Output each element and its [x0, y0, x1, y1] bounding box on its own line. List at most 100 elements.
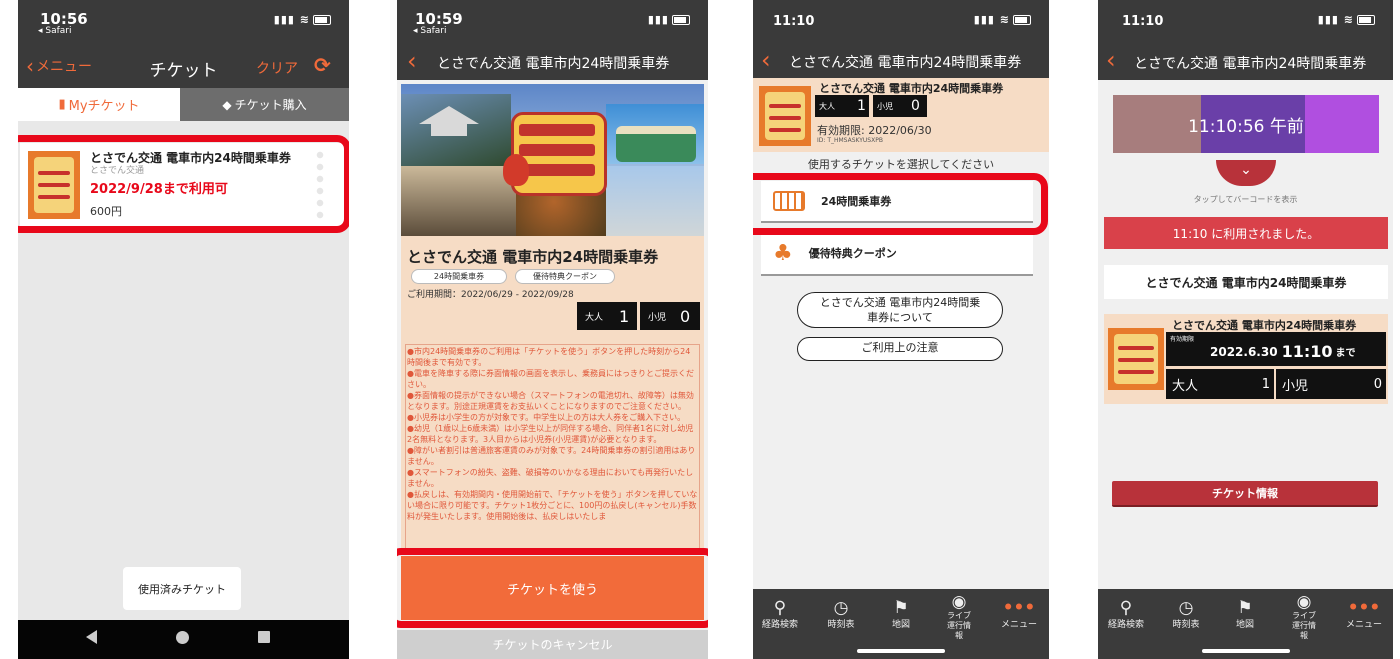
- logo-band-3: [519, 164, 595, 176]
- tab-label: メニュー: [1000, 620, 1037, 630]
- tab-label: 時刻表: [827, 620, 855, 630]
- notes-box: ●市内24時間乗車券のご利用は「チケットを使う」ボタンを押した時刻から24時間後…: [401, 338, 704, 550]
- nav-title: とさでん交通 電車市内24時間乗車券: [789, 55, 1022, 71]
- back-chevron-icon[interactable]: ‹: [407, 47, 417, 75]
- select-prompt: 使用するチケットを選択してください: [807, 158, 995, 171]
- active-ticket-card: とさでん交通 電車市内24時間乗車券 有効期限 2022.6.30 11:10 …: [1104, 314, 1388, 404]
- clear-button[interactable]: クリア: [256, 58, 298, 78]
- option-coupon[interactable]: ♣ 優待特典クーポン: [761, 232, 1033, 276]
- status-time: 11:10: [1122, 14, 1164, 29]
- status-bar: 11:10 ▮▮▮ ≋: [753, 0, 1049, 44]
- phone-select-ticket: 11:10 ▮▮▮ ≋ ‹ とさでん交通 電車市内24時間乗車券 とさでん交通 …: [753, 0, 1049, 659]
- tab-label: 時刻表: [1172, 620, 1200, 630]
- status-bar: 10:59 ◂ Safari ▮▮▮: [397, 0, 708, 44]
- usage-notes-button[interactable]: ご利用上の注意: [797, 337, 1003, 361]
- nav-back-icon[interactable]: [86, 630, 97, 644]
- tab-label: 地図: [891, 620, 910, 630]
- tab-my-tickets-label: Myチケット: [68, 99, 140, 114]
- nav-home-icon[interactable]: [176, 631, 189, 644]
- tab-timetable[interactable]: ◷ 時刻表: [811, 599, 871, 630]
- adult-count: 1: [1261, 376, 1270, 392]
- cancel-ticket-button[interactable]: チケットのキャンセル: [397, 630, 708, 659]
- ticket-info-button[interactable]: チケット情報: [1112, 481, 1378, 507]
- live-info-icon: ◉: [951, 592, 967, 612]
- clock-icon: ◷: [1178, 598, 1194, 618]
- adult-label: 大人: [585, 312, 604, 323]
- home-indicator: [857, 649, 945, 653]
- map-pin-icon: ⚑: [893, 598, 909, 618]
- tab-menu[interactable]: ••• メニュー: [989, 599, 1049, 630]
- option-label: 優待特典クーポン: [808, 247, 897, 260]
- nav-bar: ‹ とさでん交通 電車市内24時間乗車券: [1098, 44, 1393, 80]
- note-line: ●市内24時間乗車券のご利用は「チケットを使う」ボタンを押した時刻から24時間後…: [407, 347, 691, 367]
- phone-my-tickets: 10:56 ◂ Safari ▮▮▮ ≋ ‹ メニュー チケット クリア ⟳ ▮…: [18, 0, 349, 659]
- map-pin-icon: ⚑: [1237, 598, 1253, 618]
- note-line: ●障がい者割引は普通旅客運賃のみが対象です。24時間乗車券の割引適用はありません…: [407, 446, 696, 466]
- nav-bar: ‹ メニュー チケット クリア ⟳: [18, 44, 349, 88]
- child-count-box: 小児 0: [1276, 369, 1386, 399]
- expiry-date: 有効期限: 2022/06/30: [817, 124, 932, 137]
- barcode-toggle[interactable]: ⌄: [1216, 160, 1276, 186]
- tab-my-tickets[interactable]: ▮ Myチケット: [18, 88, 180, 121]
- status-app: ◂ Safari: [413, 26, 447, 36]
- tab-map[interactable]: ⚑ 地図: [871, 599, 931, 630]
- used-tickets-button[interactable]: 使用済みチケット: [123, 567, 241, 610]
- animated-clock-bar: 11:10:56 午前: [1113, 95, 1379, 153]
- hero-image: [401, 84, 704, 236]
- adult-count: 1: [619, 306, 630, 326]
- used-banner: 11:10 に利用されました。: [1104, 217, 1388, 249]
- search-icon: ⚲: [1119, 598, 1133, 618]
- adult-label: 大人: [819, 101, 835, 111]
- refresh-icon[interactable]: ⟳: [314, 53, 331, 77]
- search-icon: ⚲: [773, 598, 787, 618]
- back-chevron-icon[interactable]: ‹: [1106, 46, 1116, 74]
- tag-icon: ◆: [222, 97, 232, 112]
- highlight-frame: [753, 173, 1048, 235]
- tab-route-search[interactable]: ⚲ 経路検索: [1098, 599, 1156, 630]
- tab-live-info[interactable]: ◉ ライブ運行情報: [929, 593, 989, 641]
- tram: [616, 126, 696, 162]
- child-count-box: 小児 0: [640, 302, 700, 330]
- adult-count: 1: [857, 98, 866, 114]
- child-label: 小児: [648, 312, 667, 323]
- logo-band-2: [519, 144, 595, 156]
- tab-label: 地図: [1235, 620, 1254, 630]
- phone-ticket-detail: 10:59 ◂ Safari ▮▮▮ ‹ とさでん交通 電車市内24時間乗車券 …: [397, 0, 708, 659]
- tab-label: 経路検索: [761, 620, 798, 630]
- back-chevron-icon[interactable]: ‹: [761, 46, 771, 74]
- tab-buy-ticket[interactable]: ◆ チケット購入: [180, 88, 349, 121]
- expiry-date: 2022.6.30: [1210, 344, 1278, 359]
- live-info-icon: ◉: [1296, 592, 1312, 612]
- highlight-frame: [18, 135, 349, 233]
- adult-label: 大人: [1172, 378, 1199, 394]
- nav-recents-icon[interactable]: [258, 631, 270, 643]
- status-bar: 10:56 ◂ Safari ▮▮▮ ≋: [18, 0, 349, 44]
- signal-icon: ▮▮▮ ≋: [974, 13, 1031, 26]
- tab-live-info[interactable]: ◉ ライブ運行情報: [1274, 593, 1334, 641]
- coupon-icon: ♣: [773, 240, 793, 266]
- android-nav-bar: [18, 620, 349, 659]
- ticket-name: とさでん交通 電車市内24時間乗車券: [819, 82, 1004, 95]
- expiry-suffix: まで: [1335, 348, 1356, 359]
- about-ticket-button[interactable]: とさでん交通 電車市内24時間乗車券について: [797, 292, 1003, 328]
- ticket-header: とさでん交通 電車市内24時間乗車券 大人 1 小児 0 有効期限: 2022/…: [753, 78, 1049, 152]
- ticket-info-panel: とさでん交通 電車市内24時間乗車券 24時間乗車券 優待特典クーポン ご利用期…: [401, 236, 704, 338]
- tab-map[interactable]: ⚑ 地図: [1215, 599, 1275, 630]
- street-photo: [401, 166, 516, 236]
- ticket-thumbnail: [1108, 328, 1164, 390]
- note-line: ●電車を降車する際に券面情報の画面を表示し、乗務員にはっきりとご提示ください。: [407, 369, 694, 389]
- adult-count-box: 大人 1: [1166, 369, 1274, 399]
- tab-label: 経路検索: [1107, 620, 1144, 630]
- tab-route-search[interactable]: ⚲ 経路検索: [753, 599, 810, 630]
- child-label: 小児: [877, 101, 893, 111]
- more-icon: •••: [1347, 598, 1381, 618]
- mascot: [503, 154, 529, 186]
- tab-timetable[interactable]: ◷ 時刻表: [1156, 599, 1216, 630]
- usage-period: ご利用期間：2022/06/29 - 2022/09/28: [407, 290, 574, 300]
- child-count: 0: [680, 306, 691, 326]
- phone-ticket-active: 11:10 ▮▮▮ ≋ ‹ とさでん交通 電車市内24時間乗車券 11:10:5…: [1098, 0, 1393, 659]
- tab-buy-label: チケット購入: [234, 98, 307, 112]
- tab-menu[interactable]: ••• メニュー: [1334, 599, 1393, 630]
- expiry-time: 11:10: [1281, 342, 1333, 361]
- tab-bar: ⚲ 経路検索 ◷ 時刻表 ⚑ 地図 ◉ ライブ運行情報 ••• メニュー: [753, 589, 1049, 659]
